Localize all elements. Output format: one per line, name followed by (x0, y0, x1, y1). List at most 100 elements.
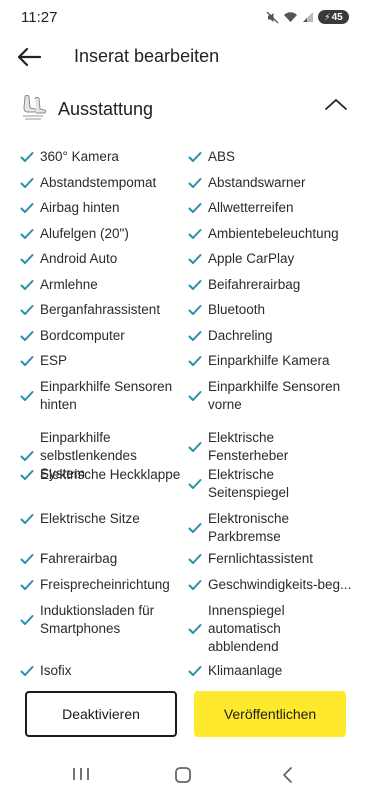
checkmark-icon (188, 523, 202, 533)
feature-label-line: Smartphones (40, 621, 121, 636)
feature-label: Klimaanlage (208, 662, 282, 680)
feature-label-line: Parkbremse (208, 529, 281, 544)
feature-label-line: Abstandswarner (208, 175, 306, 190)
feature-label-line: Armlehne (40, 277, 98, 292)
feature-item: ESP (20, 352, 182, 370)
signal-icon (303, 12, 313, 22)
checkmark-icon (188, 391, 202, 401)
feature-label-line: Ambientebeleuchtung (208, 226, 339, 241)
checkmark-icon (188, 178, 202, 188)
feature-item: Elektronische Parkbremse (188, 510, 353, 546)
recents-button[interactable] (72, 766, 90, 787)
feature-item: Apple CarPlay (188, 250, 353, 268)
checkmark-icon (188, 554, 202, 564)
feature-label: Einparkhilfe Sensoren vorne (208, 378, 340, 414)
feature-label-line: Apple CarPlay (208, 251, 295, 266)
feature-label-line: Beifahrerairbag (208, 277, 301, 292)
collapse-button[interactable] (323, 96, 349, 112)
publish-button[interactable]: Veröffentlichen (194, 691, 346, 737)
home-button[interactable] (174, 766, 192, 789)
checkmark-icon (188, 624, 202, 634)
feature-item: Einparkhilfe Sensoren vorne (188, 378, 353, 414)
checkmark-icon (20, 356, 34, 366)
home-icon (175, 767, 191, 783)
feature-label-line: Elektrische (208, 467, 275, 482)
feature-label-line: 360° Kamera (40, 149, 119, 164)
feature-item: Android Auto (20, 250, 182, 268)
feature-item: Armlehne (20, 276, 182, 294)
feature-label-line: Bordcomputer (40, 328, 125, 343)
checkmark-icon (188, 305, 202, 315)
feature-label-line: automatisch (208, 621, 281, 636)
feature-item: ABS (188, 148, 353, 166)
checkmark-icon (20, 615, 34, 625)
feature-label: Dachreling (208, 327, 273, 345)
checkmark-icon (188, 254, 202, 264)
feature-label: Airbag hinten (40, 199, 120, 217)
mute-icon (266, 11, 279, 23)
feature-label: Freisprecheinrichtung (40, 576, 170, 594)
feature-label-line: Elektrische Sitze (40, 511, 140, 526)
feature-label: Bordcomputer (40, 327, 125, 345)
status-bar: 11:27 ⚡ 45 (0, 0, 369, 36)
recents-icon (73, 768, 89, 780)
checkmark-icon (20, 178, 34, 188)
system-nav-bar (0, 750, 369, 800)
feature-label: ABS (208, 148, 235, 166)
feature-item: Elektrische Sitze (20, 510, 182, 528)
feature-item: Abstandswarner (188, 174, 353, 192)
checkmark-icon (20, 152, 34, 162)
feature-label-line: Berganfahrassistent (40, 302, 161, 317)
battery-level: 45 (331, 11, 343, 23)
feature-label: Induktionsladen für Smartphones (40, 602, 154, 638)
feature-label: Beifahrerairbag (208, 276, 300, 294)
feature-label-line: Fernlichtassistent (208, 551, 314, 566)
feature-label-line: Abstandstempomat (40, 175, 157, 190)
feature-label-line: Seitenspiegel (208, 485, 290, 500)
checkmark-icon (20, 470, 34, 480)
checkmark-icon (188, 479, 202, 489)
feature-label: Elektrische Fensterheber (208, 429, 288, 465)
section-title: Ausstattung (58, 99, 154, 119)
feature-item: Bordcomputer (20, 327, 182, 345)
feature-label: Elektrische Seitenspiegel (208, 466, 289, 502)
checkmark-icon (188, 229, 202, 239)
back-button[interactable] (14, 42, 44, 72)
checkmark-icon (20, 305, 34, 315)
checkmark-icon (20, 229, 34, 239)
checkmark-icon (20, 203, 34, 213)
feature-label-line: Einparkhilfe Sensoren (208, 379, 341, 394)
feature-label-line: Fensterheber (208, 448, 289, 463)
status-icons: ⚡ 45 (266, 10, 349, 24)
feature-item: Beifahrerairbag (188, 276, 353, 294)
feature-label: Abstandswarner (208, 174, 306, 192)
feature-label: Abstandstempomat (40, 174, 156, 192)
feature-label-line: Induktionsladen für (40, 603, 155, 618)
feature-label-line: Innenspiegel (208, 603, 285, 618)
checkmark-icon (20, 331, 34, 341)
checkmark-icon (188, 666, 202, 676)
deactivate-button[interactable]: Deaktivieren (25, 691, 177, 737)
feature-label: Alufelgen (20") (40, 225, 129, 243)
feature-label: Allwetterreifen (208, 199, 294, 217)
checkmark-icon (188, 203, 202, 213)
feature-label: Elektronische Parkbremse (208, 510, 289, 546)
feature-item: Geschwindigkeits-beg... (188, 576, 353, 594)
car-seat-icon (23, 95, 46, 120)
feature-label-line: Elektrische Heckklappe (40, 467, 181, 482)
feature-item: 360° Kamera (20, 148, 182, 166)
feature-label: Elektrische Heckklappe (40, 466, 180, 484)
feature-item: Induktionsladen für Smartphones (20, 602, 182, 638)
feature-label: Geschwindigkeits-beg... (208, 576, 351, 594)
feature-item: Innenspiegel automatisch abblendend (188, 602, 353, 656)
checkmark-icon (20, 514, 34, 524)
feature-item: Allwetterreifen (188, 199, 353, 217)
battery-indicator: ⚡ 45 (318, 10, 349, 24)
feature-label: Fahrerairbag (40, 550, 117, 568)
feature-label-line: vorne (208, 397, 242, 412)
feature-label-line: Einparkhilfe Sensoren (40, 379, 173, 394)
status-time: 11:27 (21, 9, 58, 26)
nav-back-button[interactable] (280, 766, 294, 789)
section-header-ausstattung[interactable]: Ausstattung (0, 94, 369, 128)
feature-label-line: Freisprecheinrichtung (40, 577, 170, 592)
